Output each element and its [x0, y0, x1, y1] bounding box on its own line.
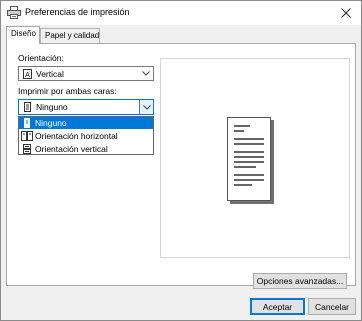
duplex-value: Ninguno — [36, 102, 68, 112]
tab-papel-y-calidad[interactable]: Papel y calidad — [40, 28, 100, 43]
duplex-option-label: Ninguno — [35, 118, 67, 128]
layout-panel: Orientación: A Vertical Imprimir por amb… — [6, 43, 356, 289]
preview-page-icon — [227, 117, 271, 201]
orientation-value: Vertical — [36, 69, 64, 79]
chevron-down-icon — [139, 100, 153, 114]
duplex-dropdown-list: Ninguno Orientación horizontal Orientaci… — [18, 116, 154, 155]
single-page-icon — [21, 118, 33, 128]
duplex-option-vertical[interactable]: Orientación vertical — [19, 143, 153, 155]
print-preferences-dialog: Preferencias de impresión Diseño Papel y… — [0, 0, 362, 321]
accept-button[interactable]: Aceptar — [250, 298, 305, 315]
svg-text:A: A — [25, 72, 30, 79]
printer-icon — [7, 6, 21, 19]
advanced-options-button[interactable]: Opciones avanzadas... — [253, 273, 347, 289]
orientation-select[interactable]: A Vertical — [18, 66, 154, 81]
cancel-button[interactable]: Cancelar — [308, 298, 356, 315]
close-icon[interactable] — [331, 1, 361, 25]
flip-vertical-icon — [21, 144, 33, 154]
duplex-option-label: Orientación horizontal — [35, 131, 118, 141]
chevron-down-icon — [139, 67, 153, 80]
title-bar: Preferencias de impresión — [1, 1, 361, 25]
single-page-icon — [23, 102, 32, 112]
window-title: Preferencias de impresión — [25, 7, 130, 17]
duplex-option-ninguno[interactable]: Ninguno — [19, 117, 153, 129]
duplex-select[interactable]: Ninguno — [18, 99, 154, 115]
duplex-option-horizontal[interactable]: Orientación horizontal — [19, 130, 153, 142]
duplex-label: Imprimir por ambas caras: — [18, 86, 117, 96]
duplex-option-label: Orientación vertical — [35, 144, 108, 154]
portrait-page-icon: A — [23, 69, 32, 79]
tab-diseno[interactable]: Diseño — [6, 26, 40, 44]
page-preview — [160, 58, 350, 258]
orientation-label: Orientación: — [18, 53, 64, 63]
flip-horizontal-icon — [21, 131, 33, 141]
